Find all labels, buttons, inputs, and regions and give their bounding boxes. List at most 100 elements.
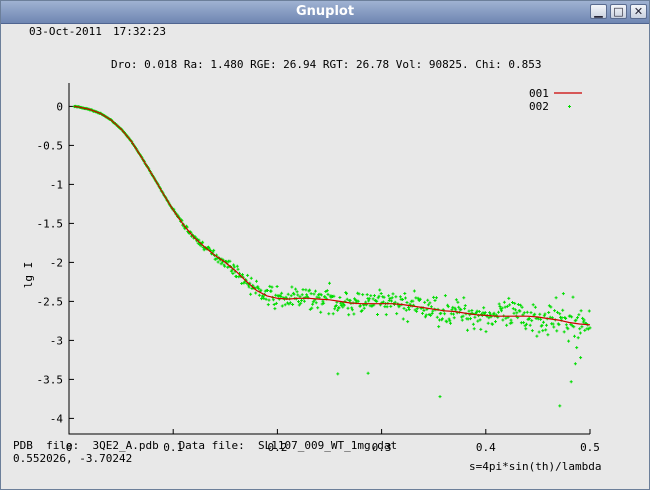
close-button[interactable]: ✕ xyxy=(630,4,647,19)
data-point xyxy=(462,296,466,300)
data-point xyxy=(505,323,509,327)
series-002-points xyxy=(72,104,592,408)
data-point xyxy=(314,301,318,305)
data-point xyxy=(486,321,490,325)
y-tick-label: -2 xyxy=(50,256,63,269)
data-point xyxy=(579,356,583,360)
data-point xyxy=(319,310,323,314)
data-point xyxy=(494,320,497,324)
data-point xyxy=(501,318,505,322)
y-axis-label: lg I xyxy=(22,262,35,289)
x-axis-label: s=4pi*sin(th)/lambda xyxy=(469,460,601,473)
data-point xyxy=(438,395,442,399)
data-point xyxy=(573,334,576,338)
data-point xyxy=(470,309,474,312)
data-point xyxy=(529,311,533,315)
y-tick-label: -3 xyxy=(50,334,63,347)
data-point xyxy=(512,311,516,315)
data-point xyxy=(509,318,513,322)
file-info: PDB file: 3QE2_A.pdb Data file: SL1107_0… xyxy=(13,439,398,452)
legend-label-002: 002 xyxy=(529,100,549,113)
data-point xyxy=(327,312,331,316)
data-point xyxy=(362,306,366,310)
data-point xyxy=(528,323,532,327)
y-tick-label: -1 xyxy=(50,178,63,191)
data-point xyxy=(473,315,477,319)
data-point xyxy=(421,311,424,315)
data-point xyxy=(326,292,330,296)
data-point xyxy=(437,325,441,329)
data-point xyxy=(331,312,335,316)
data-point xyxy=(553,309,557,313)
data-point xyxy=(297,300,300,304)
minimize-icon: ▁ xyxy=(594,5,603,18)
legend-swatch-002 xyxy=(568,105,571,108)
data-point xyxy=(235,264,239,268)
data-point xyxy=(369,294,373,298)
data-point xyxy=(531,303,535,307)
data-point xyxy=(257,293,261,297)
data-point xyxy=(304,288,308,292)
data-point xyxy=(290,285,294,289)
data-point xyxy=(580,325,584,329)
data-point xyxy=(583,328,587,332)
data-point xyxy=(564,323,568,327)
data-point xyxy=(366,371,370,375)
data-point xyxy=(412,289,416,293)
data-point xyxy=(463,304,467,308)
x-tick-label: 0.4 xyxy=(476,441,496,454)
data-point xyxy=(426,298,430,302)
data-point xyxy=(569,380,573,384)
data-point xyxy=(466,328,469,332)
data-point xyxy=(365,293,369,297)
data-point xyxy=(373,294,376,298)
data-point xyxy=(295,290,299,294)
data-point xyxy=(216,260,220,264)
data-point xyxy=(546,333,550,337)
data-point xyxy=(300,298,303,302)
data-point xyxy=(571,295,575,299)
y-tick-label: -1.5 xyxy=(37,217,64,230)
y-tick-label: -0.5 xyxy=(37,139,64,152)
data-point xyxy=(558,404,562,408)
data-point xyxy=(404,296,407,300)
data-point xyxy=(544,328,548,332)
data-point xyxy=(266,303,270,307)
data-point xyxy=(289,294,293,298)
data-point xyxy=(294,287,298,291)
data-point xyxy=(384,313,388,317)
data-point xyxy=(443,294,447,298)
data-point xyxy=(296,293,300,297)
data-point xyxy=(236,267,240,271)
x-tick-label: 0.5 xyxy=(580,441,600,454)
data-point xyxy=(336,372,340,376)
y-tick-label: -4 xyxy=(50,412,64,425)
data-point xyxy=(286,292,290,296)
data-point xyxy=(280,304,284,308)
data-point xyxy=(395,312,399,316)
data-point xyxy=(406,320,410,324)
data-point xyxy=(429,305,433,309)
data-point xyxy=(391,292,395,296)
data-point xyxy=(467,309,471,313)
legend: 001 002 xyxy=(529,87,582,113)
data-point xyxy=(273,307,277,311)
title-bar[interactable]: Gnuplot ▁ □ ✕ xyxy=(1,1,649,24)
y-ticks: 0 -0.5 -1 -1.5 -2 -2.5 -3 -3.5 -4 xyxy=(37,100,74,425)
data-point xyxy=(443,312,447,316)
plot-area[interactable]: 03-Oct-2011 17:32:23 Dro: 0.018 Ra: 1.48… xyxy=(1,23,649,489)
data-point xyxy=(587,309,591,313)
axes xyxy=(68,83,590,435)
data-point xyxy=(452,316,456,320)
header-stats: Dro: 0.018 Ra: 1.480 RGE: 26.94 RGT: 26.… xyxy=(111,58,541,71)
maximize-button[interactable]: □ xyxy=(610,4,627,19)
data-point xyxy=(567,339,571,343)
data-point xyxy=(401,317,405,321)
header-date: 03-Oct-2011 xyxy=(29,25,102,38)
data-point xyxy=(361,293,365,297)
minimize-button[interactable]: ▁ xyxy=(590,4,607,19)
data-point xyxy=(249,292,253,296)
data-point xyxy=(502,300,506,304)
data-point xyxy=(579,309,583,313)
data-point xyxy=(301,288,305,292)
